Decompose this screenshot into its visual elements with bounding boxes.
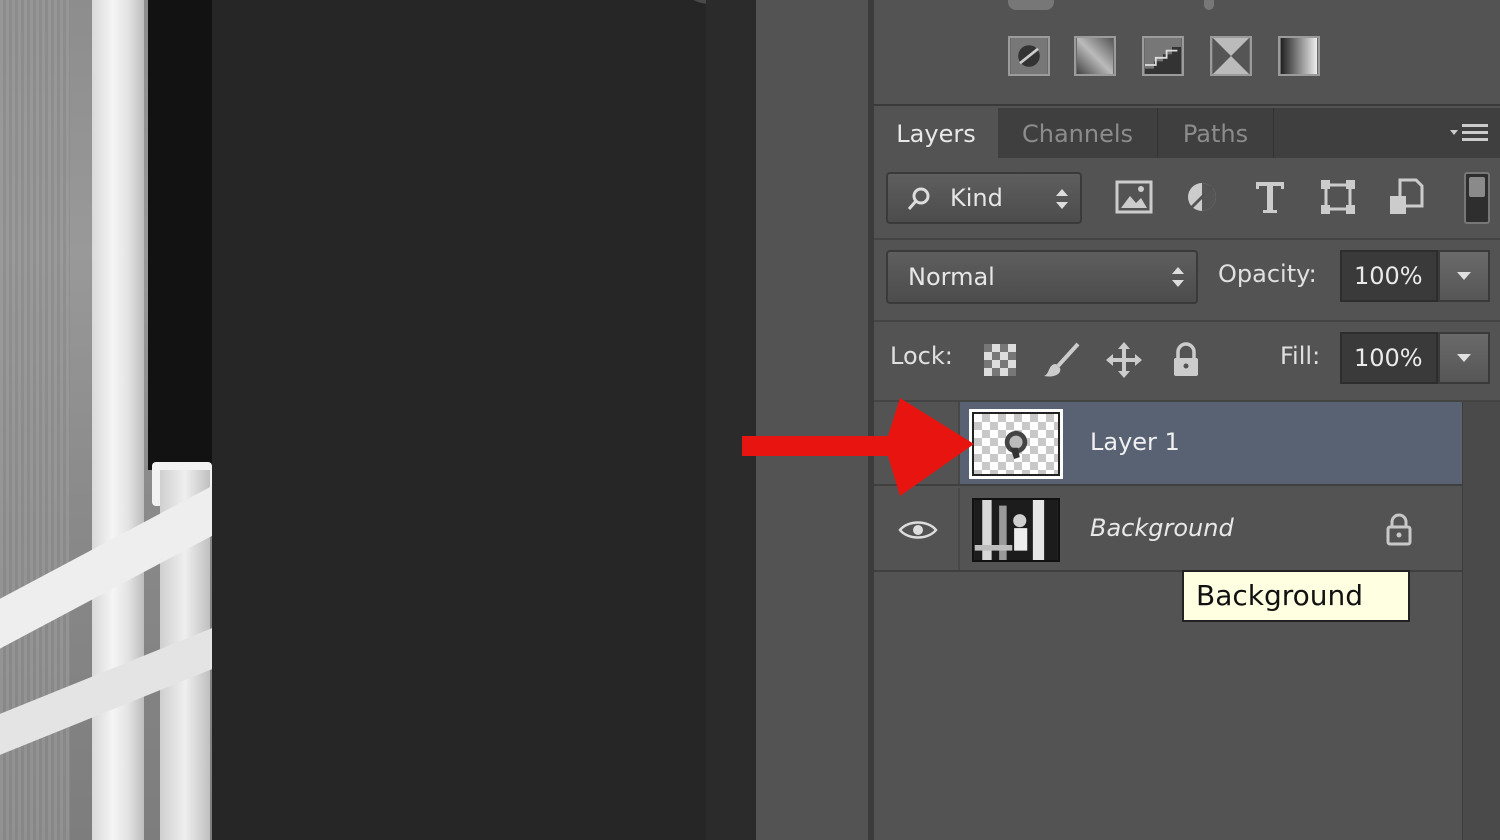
lock-image-pixels-icon[interactable]	[1042, 340, 1082, 380]
filter-kind-label: Kind	[950, 184, 1003, 212]
tooltip: Background	[1182, 570, 1410, 622]
search-icon	[907, 187, 930, 210]
layer-visibility-toggle[interactable]	[874, 488, 960, 570]
updown-chevron-icon	[1172, 267, 1184, 287]
adjustments-panel	[874, 0, 1500, 106]
lock-transparent-pixels-icon[interactable]	[980, 340, 1020, 380]
blend-options-row: Normal Opacity: 100%	[874, 240, 1500, 322]
layer-filter-bar: Kind	[874, 158, 1500, 240]
tab-layers[interactable]: Layers	[874, 108, 998, 158]
filter-toggle-switch[interactable]	[1464, 172, 1490, 224]
fill-dropdown-button[interactable]	[1438, 332, 1490, 384]
tab-channels[interactable]: Channels	[998, 108, 1158, 158]
gradient-map-icon[interactable]	[1278, 36, 1320, 76]
layer-thumbnail[interactable]	[969, 409, 1063, 479]
photo-filter-icon[interactable]	[1008, 36, 1050, 76]
opacity-dropdown-button[interactable]	[1438, 250, 1490, 302]
layer-row-background[interactable]: Background	[874, 488, 1462, 572]
opacity-label: Opacity:	[1218, 260, 1317, 288]
type-filter-icon[interactable]	[1250, 176, 1290, 218]
smart-object-filter-icon[interactable]	[1386, 176, 1426, 218]
pasteboard	[212, 0, 746, 840]
adjustment-filter-icon[interactable]	[1182, 176, 1222, 218]
channel-mixer-icon[interactable]	[1074, 36, 1116, 76]
photo-shadow-area	[148, 0, 212, 470]
image-filter-icon[interactable]	[1114, 176, 1154, 218]
fill-label: Fill:	[1280, 342, 1321, 370]
updown-chevron-icon	[1056, 189, 1068, 209]
lock-position-icon[interactable]	[1104, 340, 1144, 380]
shape-filter-icon[interactable]	[1318, 176, 1358, 218]
filter-kind-select[interactable]: Kind	[886, 172, 1082, 224]
panel-menu-icon[interactable]	[1450, 122, 1490, 144]
blend-mode-value: Normal	[908, 263, 995, 291]
posterize-icon[interactable]	[1142, 36, 1184, 76]
layer-thumbnail-photo	[974, 500, 1058, 560]
layer-name[interactable]: Background	[1090, 514, 1234, 542]
adjustment-icon-partial	[1008, 0, 1054, 10]
layer-thumbnail[interactable]	[972, 498, 1060, 562]
opacity-input[interactable]: 100%	[1340, 250, 1438, 302]
red-arrow-icon	[742, 398, 974, 496]
canvas-image[interactable]	[0, 0, 212, 840]
layer-thumbnail-figure	[1004, 430, 1028, 459]
tab-paths[interactable]: Paths	[1158, 108, 1274, 158]
panel-tab-bar: Layers Channels Paths	[874, 108, 1500, 158]
adjustment-icon-partial	[1204, 0, 1214, 10]
fill-input[interactable]: 100%	[1340, 332, 1438, 384]
threshold-icon[interactable]	[1210, 36, 1252, 76]
layer-name[interactable]: Layer 1	[1090, 428, 1180, 456]
lock-options-row: Lock: Fill: 100%	[874, 322, 1500, 402]
eye-icon	[898, 521, 938, 539]
lock-icon[interactable]	[1384, 512, 1414, 546]
blend-mode-select[interactable]: Normal	[886, 250, 1198, 304]
layers-scrollbar[interactable]	[1462, 402, 1500, 840]
lock-all-icon[interactable]	[1166, 340, 1206, 380]
lock-label: Lock:	[890, 342, 953, 370]
